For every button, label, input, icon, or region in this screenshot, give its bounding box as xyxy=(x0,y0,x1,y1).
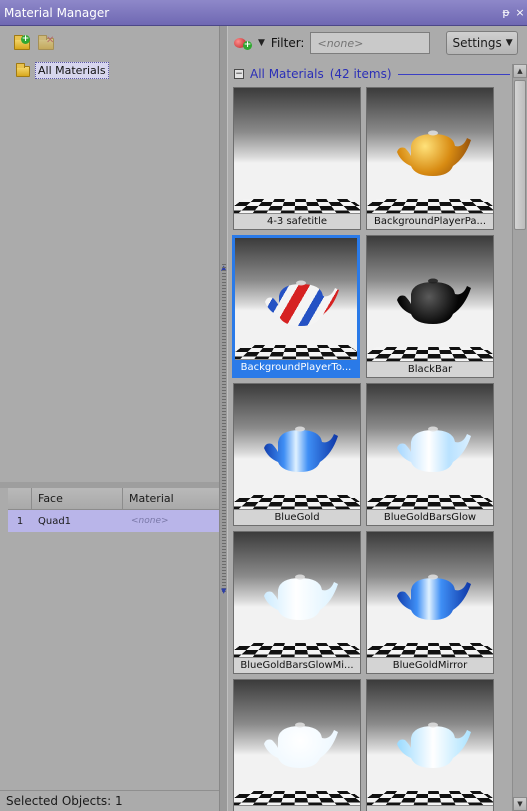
material-tile[interactable] xyxy=(366,679,494,811)
right-pane: + ▼ Filter: Settings ▼ − All Materials (… xyxy=(228,26,527,811)
folder-icon xyxy=(16,63,31,77)
material-tile[interactable]: BlackBar xyxy=(366,235,494,378)
scrollbar-thumb[interactable] xyxy=(514,80,526,230)
window-title: Material Manager xyxy=(4,5,110,20)
collapse-icon[interactable]: − xyxy=(234,69,244,79)
status-bar: Selected Objects: 1 xyxy=(0,790,219,811)
material-name: BlueGoldBarsGlowMi... xyxy=(234,657,360,673)
column-header-face[interactable]: Face xyxy=(32,488,123,509)
material-tile[interactable]: BlueGoldBarsGlow xyxy=(366,383,494,526)
tree-item-label: All Materials xyxy=(35,61,109,79)
folder-toolbar: + ✕ xyxy=(0,26,219,60)
settings-button[interactable]: Settings ▼ xyxy=(446,31,519,55)
vertical-scrollbar[interactable]: ▲ ▼ xyxy=(512,64,527,811)
group-count: (42 items) xyxy=(329,67,392,81)
splitter-grip[interactable] xyxy=(222,264,226,594)
material-tile[interactable]: BackgroundPlayerPa... xyxy=(366,87,494,230)
material-name: BackgroundPlayerTo... xyxy=(235,359,357,375)
collapse-arrow-down-icon[interactable]: ▼ xyxy=(221,587,227,595)
title-bar: Material Manager ᵽ × xyxy=(0,0,527,26)
row-number-header xyxy=(8,488,32,509)
material-name: BlueGold xyxy=(234,509,360,525)
tree-item-all-materials[interactable]: All Materials xyxy=(10,60,219,80)
material-preview xyxy=(234,680,360,805)
teapot-preview-icon xyxy=(393,720,473,772)
table-row[interactable]: 1 Quad1 <none> xyxy=(8,510,219,532)
material-preview xyxy=(234,532,360,657)
material-toolbar: + ▼ Filter: Settings ▼ xyxy=(228,26,527,60)
delete-folder-icon[interactable]: ✕ xyxy=(38,35,56,51)
scroll-down-icon[interactable]: ▼ xyxy=(513,797,527,811)
material-name: BlueGoldBarsGlow xyxy=(367,509,493,525)
teapot-preview-icon xyxy=(393,424,473,476)
close-icon[interactable]: × xyxy=(513,6,527,19)
filter-input[interactable] xyxy=(310,32,431,54)
material-preview xyxy=(367,532,493,657)
face-material-grid: Face Material 1 Quad1 <none> xyxy=(8,488,219,532)
row-number: 1 xyxy=(16,515,24,527)
material-name: BlackBar xyxy=(367,361,493,377)
material-name: 4-3 safetitle xyxy=(234,213,360,229)
material-cell[interactable]: <none> xyxy=(123,516,219,526)
material-tile[interactable]: BlueGold xyxy=(233,383,361,526)
scroll-up-icon[interactable]: ▲ xyxy=(513,64,527,78)
material-preview xyxy=(234,384,360,509)
material-tile[interactable] xyxy=(233,679,361,811)
chevron-down-icon: ▼ xyxy=(505,38,513,48)
material-preview xyxy=(367,236,493,361)
teapot-preview-icon xyxy=(393,276,473,328)
group-divider xyxy=(397,73,510,75)
material-preview xyxy=(367,384,493,509)
material-preview xyxy=(367,88,493,213)
settings-label: Settings xyxy=(452,36,502,50)
teapot-preview-icon xyxy=(260,720,340,772)
material-preview xyxy=(234,88,360,213)
left-pane: + ✕ All Materials Face Material 1 Quad1 … xyxy=(0,26,219,811)
material-name xyxy=(234,805,360,811)
teapot-preview-icon xyxy=(261,278,341,330)
new-folder-icon[interactable]: + xyxy=(14,35,32,51)
folder-tree: All Materials xyxy=(10,60,219,478)
pin-icon[interactable]: ᵽ xyxy=(499,6,513,19)
material-tile[interactable]: BlueGoldBarsGlowMi... xyxy=(233,531,361,674)
group-header: − All Materials (42 items) xyxy=(234,66,514,82)
column-header-material[interactable]: Material xyxy=(123,488,219,509)
teapot-preview-icon xyxy=(393,128,473,180)
material-thumbnails: 4-3 safetitle BackgroundPlayerPa... Back… xyxy=(232,87,494,811)
vertical-splitter[interactable]: ▲ ▼ xyxy=(219,26,228,811)
material-name xyxy=(367,805,493,811)
material-preview xyxy=(367,680,493,805)
grid-header: Face Material xyxy=(8,488,219,510)
material-tile[interactable]: 4-3 safetitle xyxy=(233,87,361,230)
group-name: All Materials xyxy=(250,67,324,81)
material-name: BlueGoldMirror xyxy=(367,657,493,673)
material-preview xyxy=(235,238,357,359)
new-material-icon[interactable]: + xyxy=(234,36,252,50)
teapot-preview-icon xyxy=(260,424,340,476)
face-cell: Quad1 xyxy=(38,515,72,527)
new-material-dropdown-icon[interactable]: ▼ xyxy=(258,38,265,48)
filter-label: Filter: xyxy=(270,36,305,50)
material-name: BackgroundPlayerPa... xyxy=(367,213,493,229)
teapot-preview-icon xyxy=(393,572,473,624)
material-tile[interactable]: BlueGoldMirror xyxy=(366,531,494,674)
material-tile[interactable]: BackgroundPlayerTo... xyxy=(232,235,360,378)
teapot-preview-icon xyxy=(260,572,340,624)
